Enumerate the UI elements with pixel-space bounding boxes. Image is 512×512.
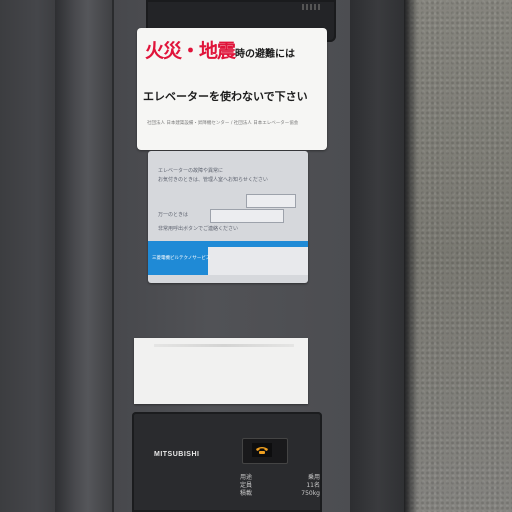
- info-blue-strip: [208, 241, 308, 247]
- right-door-frame: [350, 0, 406, 512]
- warning-instruction: エレベーターを使わないで下さい: [143, 90, 308, 103]
- emergency-call-button[interactable]: [242, 438, 288, 464]
- info-line-1: エレベーターの故障や異常に: [158, 168, 224, 174]
- carpeted-wall: [404, 0, 512, 512]
- warning-title-red: 火災・地震: [145, 40, 236, 62]
- fire-earthquake-warning-sticker: 火災・地震時の避難には エレベーターを使わないで下さい 社団法人 日本建築設備・…: [137, 28, 327, 150]
- info-line-3: 万一のときは: [158, 212, 189, 218]
- wall-shadow: [404, 0, 418, 512]
- info-field-box: [246, 194, 296, 208]
- info-line-2: お気付きのときは、管理人室へお知らせください: [158, 177, 268, 183]
- speaker-grille: [302, 4, 322, 10]
- maintenance-info-sticker: エレベーターの故障や異常に お気付きのときは、管理人室へお知らせください 万一の…: [148, 151, 308, 283]
- company-badge: 三菱電機ビルテクノサービス: [148, 241, 211, 275]
- warning-title-black: 時の避難には: [235, 49, 296, 60]
- intercom-control-panel: MITSUBISHI 用途 乗用 定員 11名 積載 750kg: [132, 412, 322, 512]
- phone-icon: [252, 443, 272, 457]
- warning-footer: 社団法人 日本建築設備・昇降機センター / 社団法人 日本エレベーター協会: [147, 121, 299, 126]
- company-name: 三菱電機ビルテクノサービス: [152, 256, 211, 261]
- spec-row: 積載 750kg: [240, 490, 320, 497]
- info-field-box-2: [210, 209, 284, 223]
- warning-title: 火災・地震時の避難には: [145, 36, 295, 63]
- left-door: [0, 0, 62, 512]
- elevator-specs: 用途 乗用 定員 11名 積載 750kg: [240, 474, 320, 498]
- info-line-4: 非常用呼出ボタンでご連絡ください: [158, 226, 239, 232]
- spec-row: 用途 乗用: [240, 474, 320, 481]
- spec-row: 定員 11名: [240, 482, 320, 489]
- brand-logo: MITSUBISHI: [154, 451, 200, 458]
- faded-label: [134, 338, 308, 404]
- faded-text-trace: [154, 344, 294, 347]
- left-door-frame: [55, 0, 115, 512]
